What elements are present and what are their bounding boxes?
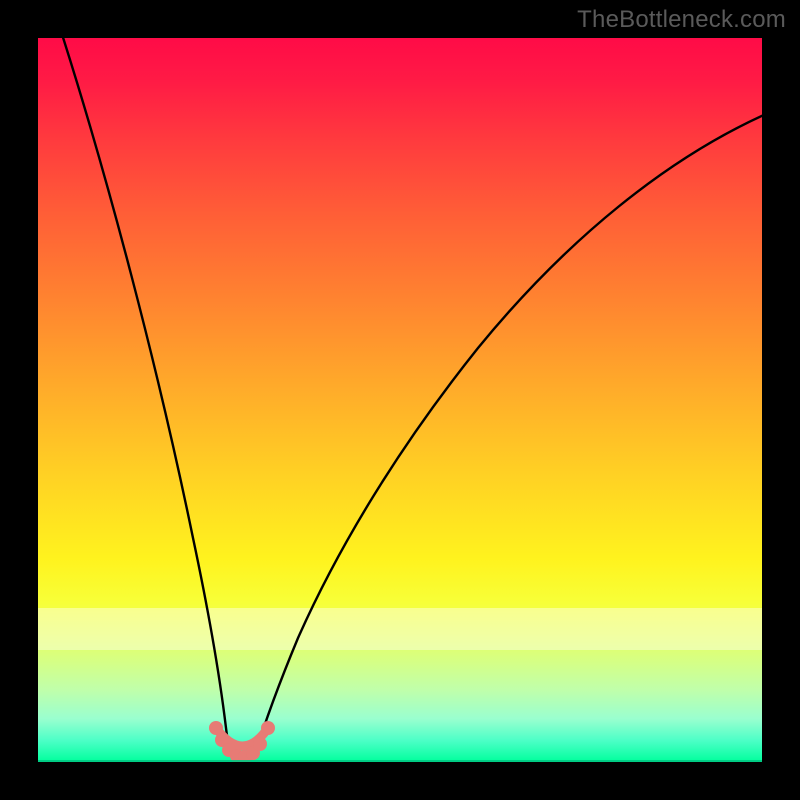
curve-layer: [38, 38, 762, 762]
baseline: [38, 760, 762, 762]
watermark-text: TheBottleneck.com: [577, 6, 786, 34]
plot-area: [38, 38, 762, 762]
left-curve: [60, 38, 232, 758]
chart-frame: TheBottleneck.com: [0, 0, 800, 800]
right-curve: [254, 114, 762, 758]
